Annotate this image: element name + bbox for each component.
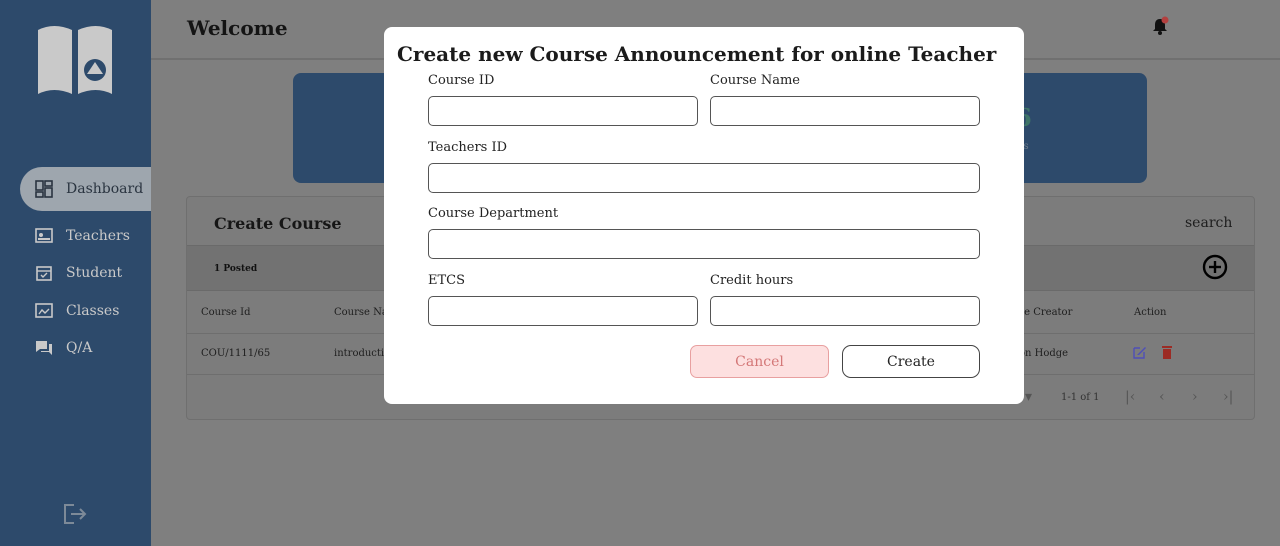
prev-page-icon[interactable]: ‹ <box>1159 389 1165 405</box>
sidebar-item-label: Student <box>66 265 123 281</box>
teachers-icon <box>34 226 54 246</box>
course-name-label: Course Name <box>710 73 801 88</box>
sidebar-item-label: Classes <box>66 303 120 319</box>
sidebar-item-dashboard[interactable]: Dashboard <box>20 167 151 211</box>
pagination-label: 1-1 of 1 <box>1061 392 1100 403</box>
sidebar-item-qa[interactable]: Q/A <box>20 326 151 370</box>
course-name-field[interactable] <box>710 96 980 126</box>
panel-title: Create Course <box>214 214 342 233</box>
sidebar: Dashboard Teachers Student Classes Q/A <box>0 0 151 546</box>
course-department-field[interactable] <box>428 229 980 259</box>
cell-course-name: introducti <box>334 348 385 359</box>
course-id-label: Course ID <box>428 73 495 88</box>
credit-hours-field[interactable] <box>710 296 980 326</box>
sidebar-item-label: Q/A <box>66 340 93 356</box>
dashboard-icon <box>34 179 54 199</box>
edit-icon[interactable] <box>1133 345 1147 359</box>
first-page-icon[interactable]: |‹ <box>1125 389 1135 405</box>
create-button[interactable]: Create <box>842 345 980 378</box>
posted-count: 1 Posted <box>214 264 258 274</box>
book-logo-icon <box>38 26 112 94</box>
column-header-course-creator[interactable]: se Creator <box>1019 307 1072 318</box>
modal-title: Create new Course Announcement for onlin… <box>397 42 997 66</box>
credit-hours-label: Credit hours <box>710 273 794 288</box>
delete-icon[interactable] <box>1160 345 1174 359</box>
course-id-field[interactable] <box>428 96 698 126</box>
calendar-check-icon <box>34 263 54 283</box>
search-input[interactable]: search <box>1185 215 1232 231</box>
last-page-icon[interactable]: ›| <box>1223 389 1233 405</box>
cancel-button[interactable]: Cancel <box>690 345 829 378</box>
notification-bell-icon[interactable] <box>1151 16 1169 36</box>
column-header-course-id[interactable]: Course Id <box>201 307 250 318</box>
cell-course-creator: on Hodge <box>1019 348 1069 359</box>
etcs-label: ETCS <box>428 273 466 288</box>
etcs-field[interactable] <box>428 296 698 326</box>
add-course-button[interactable] <box>1202 254 1228 280</box>
cell-course-id: COU/1111/65 <box>201 348 271 359</box>
create-course-modal: Create new Course Announcement for onlin… <box>384 27 1024 404</box>
sidebar-item-label: Dashboard <box>66 181 144 197</box>
logout-icon[interactable] <box>62 502 88 526</box>
course-department-label: Course Department <box>428 206 559 221</box>
classes-icon <box>34 301 54 321</box>
chat-icon <box>34 338 54 358</box>
page-title: Welcome <box>187 16 288 40</box>
sidebar-item-label: Teachers <box>66 228 130 244</box>
teachers-id-label: Teachers ID <box>428 140 508 155</box>
teachers-id-field[interactable] <box>428 163 980 193</box>
rows-per-page-dropdown-icon[interactable]: ▾ <box>1025 389 1032 405</box>
column-header-action: Action <box>1134 307 1167 318</box>
next-page-icon[interactable]: › <box>1192 389 1198 405</box>
